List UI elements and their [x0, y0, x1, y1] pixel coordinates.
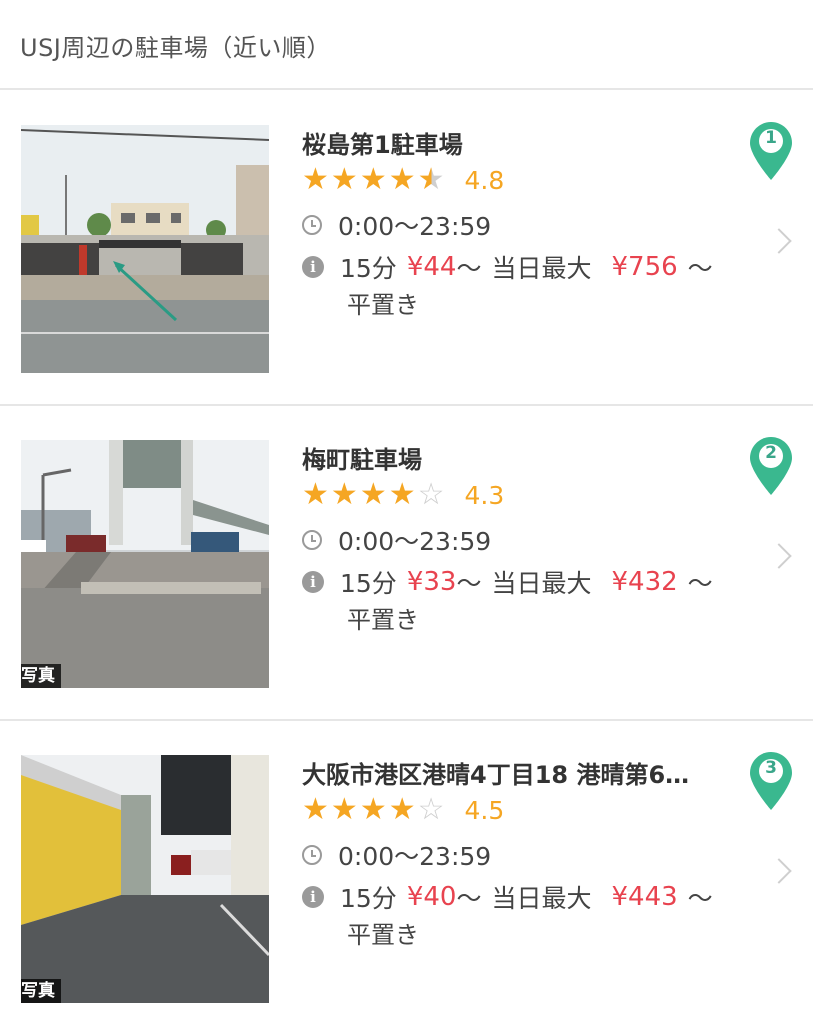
- star-icon: ★: [388, 792, 416, 827]
- page-header: USJ周辺の駐車場（近い順）: [0, 0, 813, 90]
- price-unit: 15分: [340, 884, 397, 913]
- star-empty-icon: ☆: [417, 792, 445, 827]
- parking-type: 平置き: [347, 606, 419, 634]
- chevron-right-icon[interactable]: [766, 228, 792, 254]
- parking-lot-item[interactable]: 写真 梅町駐車場 ★ ★ ★ ★ ☆ 4.3 0:00〜23:59 i 15分 …: [0, 407, 813, 721]
- hours: 0:00〜23:59: [338, 842, 492, 871]
- star-icon: ★: [302, 792, 329, 827]
- daily-max-label: 当日最大: [491, 884, 592, 913]
- rating-value: 4.3: [464, 480, 505, 510]
- pin-rank: 1: [765, 128, 777, 148]
- pin-rank: 2: [765, 443, 777, 463]
- star-icon: ★: [359, 792, 387, 827]
- rating-value: 4.5: [464, 795, 505, 825]
- price-15min: ¥33: [406, 567, 457, 597]
- daily-max-tilde: 〜: [687, 254, 713, 283]
- clock-icon: [302, 530, 322, 550]
- daily-max-price: ¥756: [611, 252, 678, 282]
- daily-max-label: 当日最大: [491, 569, 592, 598]
- rating-value: 4.8: [464, 165, 505, 195]
- star-icon: ★: [359, 477, 387, 512]
- star-rating: ★ ★ ★ ★ ☆: [302, 795, 447, 825]
- star-icon: ★: [359, 162, 387, 197]
- star-icon: ★: [388, 162, 416, 197]
- hours: 0:00〜23:59: [338, 212, 492, 241]
- price-row: i 15分 ¥40 〜 当日最大 ¥443 〜: [302, 879, 713, 915]
- pin-rank: 3: [765, 758, 777, 778]
- hours-row: 0:00〜23:59: [302, 522, 491, 558]
- parking-type: 平置き: [347, 921, 419, 949]
- star-icon: ★: [330, 477, 358, 512]
- rating: ★ ★ ★ ★ ★ 4.8: [302, 164, 504, 196]
- parking-photo[interactable]: 写真: [21, 755, 269, 1003]
- price-row: i 15分 ¥33 〜 当日最大 ¥432 〜: [302, 564, 713, 600]
- parking-photo[interactable]: [21, 125, 269, 373]
- parking-lot-item[interactable]: 桜島第1駐車場 ★ ★ ★ ★ ★ 4.8 0:00〜23:59 i 15分 ¥…: [0, 92, 813, 406]
- parking-name[interactable]: 梅町駐車場: [302, 440, 742, 475]
- star-icon: ★: [330, 162, 358, 197]
- parking-photo[interactable]: 写真: [21, 440, 269, 688]
- info-icon: i: [302, 886, 324, 908]
- price-unit: 15分: [340, 569, 397, 598]
- rating: ★ ★ ★ ★ ☆ 4.5: [302, 794, 504, 826]
- parking-name[interactable]: 大阪市港区港晴4丁目18 港晴第6…: [302, 755, 742, 790]
- clock-icon: [302, 845, 322, 865]
- price-tilde: 〜: [456, 254, 482, 283]
- star-rating: ★ ★ ★ ★ ☆: [302, 480, 447, 510]
- info-icon: i: [302, 571, 324, 593]
- price-15min: ¥44: [406, 252, 457, 282]
- daily-max-tilde: 〜: [687, 884, 713, 913]
- chevron-right-icon[interactable]: [766, 543, 792, 569]
- photo-caption: 写真: [21, 664, 61, 688]
- hours-row: 0:00〜23:59: [302, 837, 491, 873]
- price-tilde: 〜: [456, 884, 482, 913]
- parking-name[interactable]: 桜島第1駐車場: [302, 125, 742, 160]
- star-empty-icon: ☆: [417, 477, 445, 512]
- star-rating: ★ ★ ★ ★ ★: [302, 165, 447, 195]
- chevron-right-icon[interactable]: [766, 858, 792, 884]
- page-title: USJ周辺の駐車場（近い順）: [20, 34, 331, 62]
- price-row: i 15分 ¥44 〜 当日最大 ¥756 〜: [302, 249, 713, 285]
- star-icon: ★: [388, 477, 416, 512]
- price-unit: 15分: [340, 254, 397, 283]
- parking-photo-image: [21, 125, 269, 373]
- parking-type: 平置き: [347, 291, 419, 319]
- daily-max-label: 当日最大: [491, 254, 592, 283]
- parking-photo-image: [21, 440, 269, 688]
- parking-lot-item[interactable]: 写真 大阪市港区港晴4丁目18 港晴第6… ★ ★ ★ ★ ☆ 4.5 0:00…: [0, 722, 813, 1024]
- price-15min: ¥40: [406, 882, 457, 912]
- map-pin-icon[interactable]: 2: [750, 437, 792, 495]
- daily-max-tilde: 〜: [687, 569, 713, 598]
- parking-photo-image: [21, 755, 269, 1003]
- photo-caption: 写真: [21, 979, 61, 1003]
- daily-max-price: ¥443: [611, 882, 678, 912]
- map-pin-icon[interactable]: 1: [750, 122, 792, 180]
- price-tilde: 〜: [456, 569, 482, 598]
- star-icon: ★: [302, 477, 329, 512]
- star-icon: ★: [330, 792, 358, 827]
- hours: 0:00〜23:59: [338, 527, 492, 556]
- daily-max-price: ¥432: [611, 567, 678, 597]
- rating: ★ ★ ★ ★ ☆ 4.3: [302, 479, 504, 511]
- star-half-icon: ★: [417, 162, 445, 197]
- star-icon: ★: [302, 162, 329, 197]
- info-icon: i: [302, 256, 324, 278]
- map-pin-icon[interactable]: 3: [750, 752, 792, 810]
- clock-icon: [302, 215, 322, 235]
- hours-row: 0:00〜23:59: [302, 207, 491, 243]
